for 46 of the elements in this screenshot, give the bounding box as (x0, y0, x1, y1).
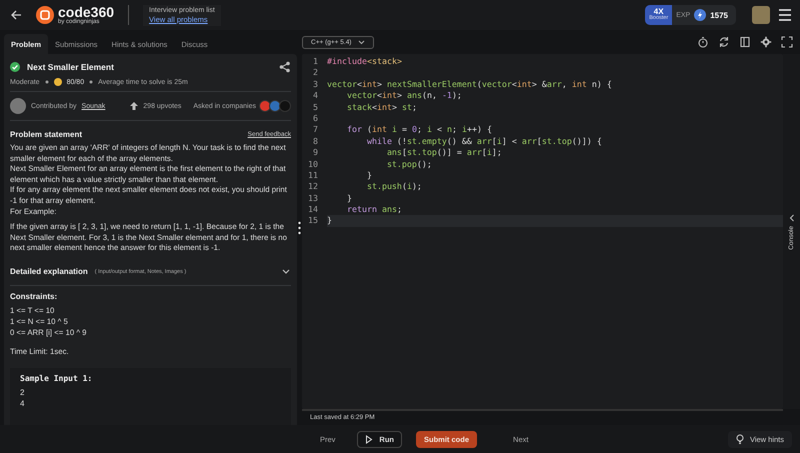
section-heading: Constraints: (10, 292, 58, 301)
code-line: } (366, 170, 372, 182)
line-number: 15 (302, 215, 327, 227)
sample-line: 2 (20, 386, 26, 398)
logo-text: code360 (58, 5, 114, 19)
play-icon (365, 434, 374, 444)
code-line: #include<stack> (327, 56, 402, 68)
fullscreen-icon[interactable] (781, 36, 793, 48)
code-line: } (346, 192, 352, 204)
check-circle-icon (10, 62, 20, 72)
menu-icon[interactable] (778, 8, 792, 22)
booster-multiplier: 4X (654, 8, 664, 16)
avatar-placeholder (10, 98, 26, 114)
drag-handle-icon[interactable] (298, 220, 301, 234)
chevron-left-icon (788, 214, 794, 222)
refresh-icon[interactable] (718, 36, 730, 48)
code-line: for (int i = 0; i < n; i++) { (346, 124, 492, 136)
code-line: ans[st.top()] = arr[i]; (386, 147, 502, 159)
code-line: st.push(i); (366, 181, 422, 193)
lightbulb-icon (736, 434, 744, 444)
chevron-icon[interactable] (281, 267, 291, 276)
code-line: return ans; (346, 204, 402, 216)
code-line: vector<int> ans(n, -1); (346, 90, 462, 102)
code-line: } (327, 215, 332, 227)
dot-icon (89, 80, 94, 84)
share-icon[interactable] (279, 61, 291, 73)
coin-icon (54, 78, 62, 86)
section-heading: Problem statement (10, 130, 82, 138)
dot-icon (44, 80, 49, 84)
exp-value: 1575 (710, 10, 728, 20)
caret-icon (358, 40, 366, 44)
upvote-icon (130, 102, 138, 110)
sample-line: 4 (20, 398, 26, 409)
logo-icon (36, 6, 54, 24)
bolt-icon (694, 9, 706, 21)
code-line: vector<int> nextSmallerElement(vector<int> &arr, int n) { (327, 78, 612, 90)
problem-title: Next Smaller Element (27, 62, 114, 72)
timer-icon[interactable] (697, 36, 709, 48)
sample-title: Sample Input 1: (20, 374, 94, 383)
code-line: while (!st.empty() && arr[i] < arr[st.top()]) { (366, 136, 602, 148)
back-arrow-icon[interactable] (10, 9, 22, 21)
settings-icon[interactable] (760, 36, 772, 48)
avatar-placeholder[interactable] (752, 6, 770, 24)
section-heading: Detailed explanation (10, 267, 88, 276)
code-line: st.pop(); (386, 158, 432, 170)
code-line: stack<int> st; (346, 102, 417, 113)
